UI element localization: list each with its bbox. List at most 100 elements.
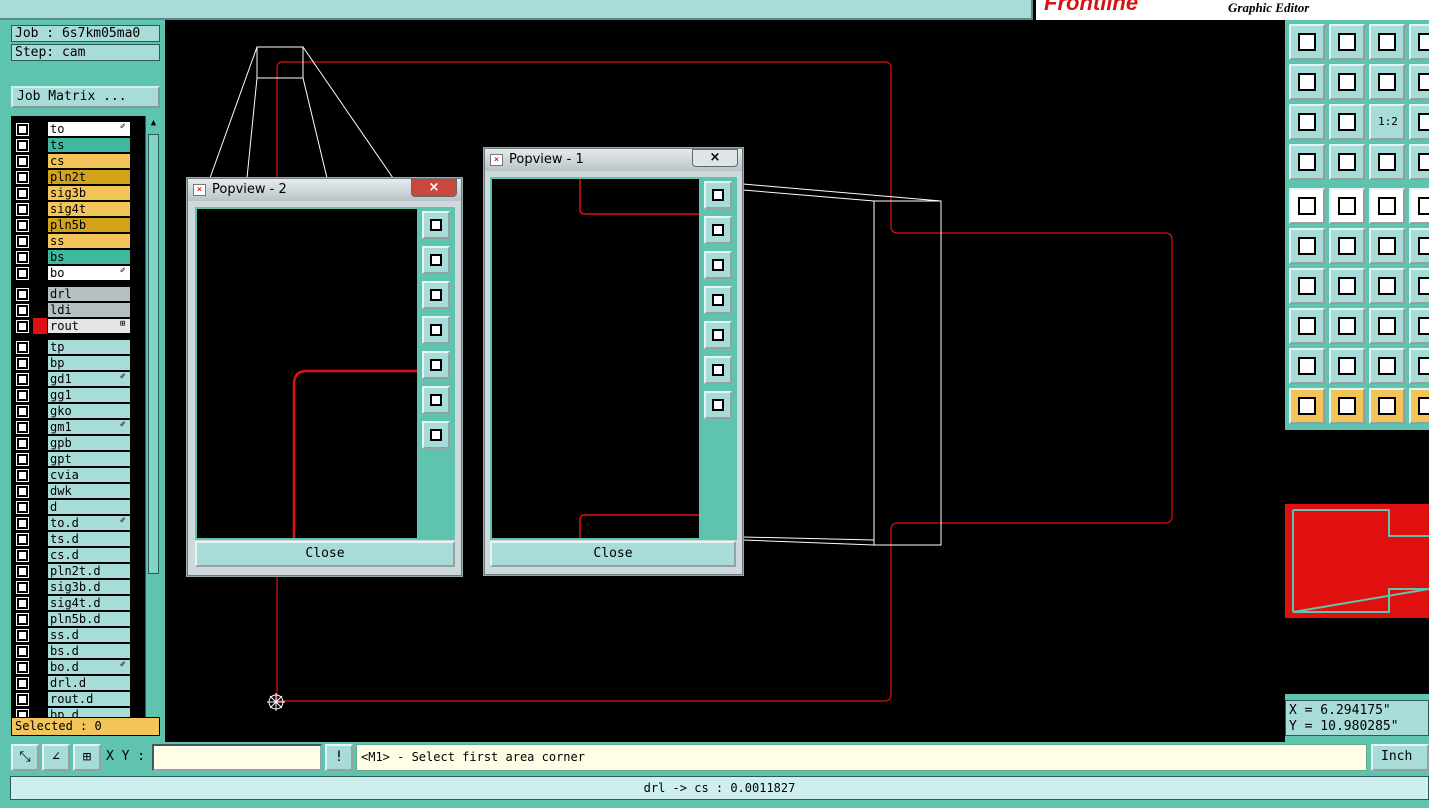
layer-checkbox[interactable] xyxy=(16,235,29,248)
layer-checkbox[interactable] xyxy=(16,437,29,450)
layer-checkbox[interactable] xyxy=(16,341,29,354)
layer-name[interactable]: gko xyxy=(48,404,130,418)
layer-name[interactable]: cs xyxy=(48,154,130,168)
select-area-button[interactable] xyxy=(1409,188,1429,224)
overview-map[interactable] xyxy=(1285,430,1429,694)
pan-up-button[interactable] xyxy=(1289,24,1325,60)
slash-button[interactable] xyxy=(1329,268,1365,304)
window-button[interactable] xyxy=(1409,24,1429,60)
line-button[interactable] xyxy=(1329,188,1365,224)
layer-checkbox[interactable] xyxy=(16,304,29,317)
layer-name[interactable]: drl.d xyxy=(48,676,130,690)
measure-button[interactable] xyxy=(1289,144,1325,180)
pan-up-icon[interactable] xyxy=(422,246,450,274)
zoom-fit-icon[interactable] xyxy=(422,421,450,449)
layer-checkbox[interactable] xyxy=(16,677,29,690)
layer-row-pln2t[interactable]: pln2t xyxy=(11,169,145,185)
layer-row-ts[interactable]: ts xyxy=(11,137,145,153)
xy-input[interactable] xyxy=(152,744,322,771)
layer-row-pln5b[interactable]: pln5b xyxy=(11,217,145,233)
zoom-fit-icon[interactable] xyxy=(704,391,732,419)
layer-checkbox[interactable] xyxy=(16,661,29,674)
layer-name[interactable]: pln5b.d xyxy=(48,612,130,626)
move-button[interactable] xyxy=(1409,228,1429,264)
layer-name[interactable]: sig4t.d xyxy=(48,596,130,610)
layer-checkbox[interactable] xyxy=(16,517,29,530)
pad-button[interactable] xyxy=(1289,188,1325,224)
layer-name[interactable]: gd1 xyxy=(48,372,130,386)
layer-name[interactable]: ts.d xyxy=(48,532,130,546)
layer-name[interactable]: ts xyxy=(48,138,130,152)
snap-angle-button[interactable]: ∠ xyxy=(42,744,70,771)
triangle-a-button[interactable] xyxy=(1329,348,1365,384)
angle-button[interactable] xyxy=(1289,268,1325,304)
layer-row-to[interactable]: to ✐ xyxy=(11,121,145,137)
layer-name[interactable]: bs.d xyxy=(48,644,130,658)
pan-left-button[interactable] xyxy=(1289,64,1325,100)
layer-name[interactable]: sig4t xyxy=(48,202,130,216)
layer-checkbox[interactable] xyxy=(16,693,29,706)
layer-row-cs[interactable]: cs xyxy=(11,153,145,169)
alert-button[interactable]: ! xyxy=(325,744,353,771)
popview2-close-button[interactable]: Close xyxy=(195,541,455,567)
layer-checkbox[interactable] xyxy=(16,469,29,482)
layer-row-pln2t-d[interactable]: pln2t.d xyxy=(11,563,145,579)
ruler-button[interactable] xyxy=(1369,188,1405,224)
layer-checkbox[interactable] xyxy=(16,251,29,264)
zoom-home-icon[interactable] xyxy=(704,356,732,384)
layer-row-pln5b-d[interactable]: pln5b.d xyxy=(11,611,145,627)
snap-grid-button[interactable]: ⤡ xyxy=(11,744,39,771)
layer-checkbox[interactable] xyxy=(16,171,29,184)
layer-checkbox[interactable] xyxy=(16,123,29,136)
home-button[interactable] xyxy=(1369,24,1405,60)
undo-zoom-button[interactable] xyxy=(1369,64,1405,100)
popview1-view[interactable] xyxy=(490,177,701,540)
layer-row-bo[interactable]: bo ✐ xyxy=(11,265,145,281)
help-button[interactable] xyxy=(1409,104,1429,140)
pan-up-icon[interactable] xyxy=(704,216,732,244)
layer-name[interactable]: pln2t xyxy=(48,170,130,184)
scroll-thumb[interactable] xyxy=(148,134,159,574)
layer-checkbox[interactable] xyxy=(16,389,29,402)
layer-row-rout[interactable]: rout ⊞ xyxy=(11,318,145,334)
layer-checkbox[interactable] xyxy=(16,187,29,200)
layer-checkbox[interactable] xyxy=(16,501,29,514)
layer-name[interactable]: sig3b.d xyxy=(48,580,130,594)
layer-checkbox[interactable] xyxy=(16,581,29,594)
layer-row-gpb[interactable]: gpb xyxy=(11,435,145,451)
layer-row-sig3b[interactable]: sig3b xyxy=(11,185,145,201)
layer-row-rout-d[interactable]: rout.d xyxy=(11,691,145,707)
pointer-steps-button[interactable] xyxy=(1409,388,1429,424)
pointer-button[interactable] xyxy=(1289,388,1325,424)
zoom-window-icon[interactable] xyxy=(704,181,732,209)
layer-row-ldi[interactable]: ldi xyxy=(11,302,145,318)
layer-checkbox[interactable] xyxy=(16,421,29,434)
layer-row-drl[interactable]: drl xyxy=(11,286,145,302)
layer-row-gg1[interactable]: gg1 xyxy=(11,387,145,403)
pan-left-icon[interactable] xyxy=(704,286,732,314)
layer-name[interactable]: gm1 xyxy=(48,420,130,434)
layer-checkbox[interactable] xyxy=(16,373,29,386)
layer-name[interactable]: rout.d xyxy=(48,692,130,706)
layer-name[interactable]: gg1 xyxy=(48,388,130,402)
layer-row-gm1[interactable]: gm1 ✐ xyxy=(11,419,145,435)
layer-name[interactable]: dwk xyxy=(48,484,130,498)
layer-row-sig4t-d[interactable]: sig4t.d xyxy=(11,595,145,611)
layer-checkbox[interactable] xyxy=(16,320,29,333)
triangle-c-button[interactable] xyxy=(1409,348,1429,384)
layer-row-d[interactable]: d xyxy=(11,499,145,515)
layer-name[interactable]: tp xyxy=(48,340,130,354)
layer-checkbox[interactable] xyxy=(16,645,29,658)
layer-name[interactable]: bs xyxy=(48,250,130,264)
layer-checkbox[interactable] xyxy=(16,203,29,216)
layer-row-cvia[interactable]: cvia xyxy=(11,467,145,483)
layer-name[interactable]: drl xyxy=(48,287,130,301)
pan-right-icon[interactable] xyxy=(704,321,732,349)
layer-list-scrollbar[interactable]: ▲ ▼ xyxy=(145,116,160,732)
layer-row-bs-d[interactable]: bs.d xyxy=(11,643,145,659)
connect-button[interactable] xyxy=(1289,228,1325,264)
pan-left-icon[interactable] xyxy=(422,316,450,344)
layer-checkbox[interactable] xyxy=(16,288,29,301)
layer-name[interactable]: d xyxy=(48,500,130,514)
layer-checkbox[interactable] xyxy=(16,549,29,562)
